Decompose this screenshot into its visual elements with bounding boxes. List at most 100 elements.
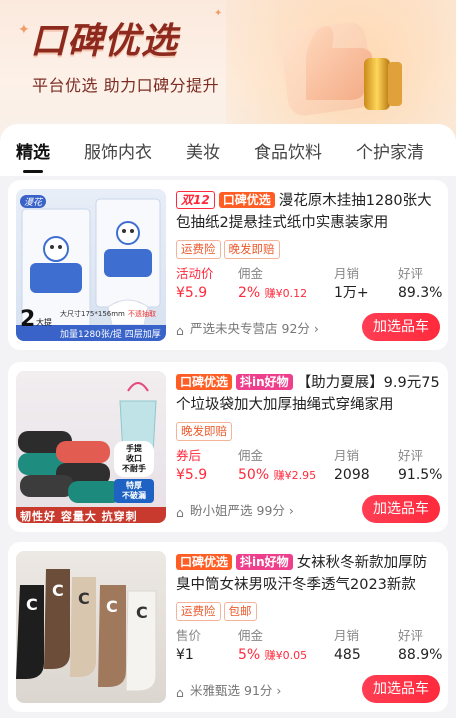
shipping-insurance-badge: 运费险 (176, 240, 221, 259)
store-link[interactable]: ⌂ 严选未央专营店 92分 › (176, 318, 319, 338)
chevron-right-icon: › (276, 683, 282, 698)
sock-logo: C (52, 581, 64, 600)
banner-subtitle: 平台优选 助力口碑分提升 (32, 76, 220, 95)
store-score: 99分 (256, 503, 285, 518)
rating-value: 91.5% (398, 467, 443, 483)
image-sticker: 手提 收口 不耐手 (114, 441, 154, 477)
late-delivery-badge: 晚发即赔 (176, 422, 232, 441)
product-info: 口碑优选 抖in好物 【助力夏展】9.9元75个垃圾袋加大加厚抽绳式穿绳家用 晚发即… (176, 372, 440, 441)
monthly-sales-label: 月销 (334, 266, 360, 281)
product-info: 双12 口碑优选 漫花原木挂抽1280张大包抽纸2提悬挂式纸巾实惠装家用 运费险 晚发… (176, 190, 440, 259)
image-count: 2 (20, 307, 36, 332)
store-row: ⌂ 米雅甄选 91分 › 加选品车 (176, 675, 440, 703)
banner-title: 口碑优选 (30, 21, 179, 62)
tab-personal-care[interactable]: 个护家清 (356, 138, 424, 163)
price-label: 售价 (176, 628, 202, 643)
rating-value: 89.3% (398, 285, 443, 301)
product-card[interactable]: 漫花 2 大提 大尺寸175*156mm 不遗抽取 加量1280张/提 四层加厚… (8, 180, 448, 350)
service-badges: 运费险 晚发即赔 (176, 238, 440, 259)
product-stats: 活动价 ¥5.9 佣金 2% 赚¥0.12 月销 1万+ 好评 89.3% (176, 265, 443, 305)
store-name: 盼小姐严选 (190, 503, 253, 518)
store-link[interactable]: ⌂ 米雅甄选 91分 › (176, 680, 281, 700)
price-value: ¥5.9 (176, 285, 208, 301)
add-to-selection-button[interactable]: 加选品车 (362, 313, 440, 341)
store-icon: ⌂ (176, 323, 184, 338)
product-image[interactable]: 漫花 2 大提 大尺寸175*156mm 不遗抽取 加量1280张/提 四层加厚 (16, 189, 166, 341)
koubei-tag: 口碑优选 (218, 192, 275, 208)
image-caption: 加量1280张/提 四层加厚 (60, 330, 161, 340)
chevron-right-icon: › (288, 503, 294, 518)
commission-rate: 50% (238, 467, 270, 483)
tab-beauty[interactable]: 美妆 (186, 138, 220, 163)
price-value: ¥5.9 (176, 467, 208, 483)
tab-food[interactable]: 食品饮料 (254, 138, 322, 163)
store-name: 严选未央专营店 (190, 321, 278, 336)
service-badges: 晚发即赔 (176, 420, 440, 441)
add-to-selection-button[interactable]: 加选品车 (362, 495, 440, 523)
tab-featured[interactable]: 精选 (16, 138, 50, 163)
commission-label: 佣金 (238, 448, 264, 463)
price-value: ¥1 (176, 647, 194, 663)
image-sticker: 特厚 不破漏 (114, 479, 154, 503)
product-image[interactable]: 手提 收口 不耐手 特厚 不破漏 韧性好 容量大 抗穿刺 (16, 371, 166, 523)
sock-logo: C (106, 597, 118, 616)
commission-amount: 赚¥0.12 (264, 287, 308, 300)
product-title-block[interactable]: 口碑优选 抖in好物 女袜秋冬新款加厚防臭中筒女袜男吸汗冬季透气2023新款 (176, 552, 440, 596)
free-shipping-badge: 包邮 (223, 602, 257, 621)
monthly-sales-label: 月销 (334, 448, 360, 463)
rating-value: 88.9% (398, 647, 443, 663)
commission-amount: 赚¥0.05 (264, 649, 308, 662)
commission-label: 佣金 (238, 266, 264, 281)
commission-label: 佣金 (238, 628, 264, 643)
chevron-right-icon: › (313, 321, 319, 336)
product-stats: 售价 ¥1 佣金 5% 赚¥0.05 月销 485 好评 88.9% (176, 627, 443, 667)
image-count-unit: 大提 (36, 318, 52, 327)
store-icon: ⌂ (176, 505, 184, 520)
double12-tag: 双12 (176, 191, 215, 209)
product-card[interactable]: C C C C C 口碑优选 抖in好物 女袜秋冬新款加厚防臭中筒女袜男吸汗冬季透气… (8, 542, 448, 712)
product-info: 口碑优选 抖in好物 女袜秋冬新款加厚防臭中筒女袜男吸汗冬季透气2023新款 运费险… (176, 552, 440, 621)
commission-rate: 5% (238, 647, 261, 663)
commission-rate: 2% (238, 285, 261, 301)
late-delivery-badge: 晚发即赔 (223, 240, 280, 259)
koubei-tag: 口碑优选 (176, 374, 233, 390)
image-size-note: 大尺寸175*156mm (60, 310, 125, 318)
category-tabs: 精选 服饰内衣 美妆 食品饮料 个护家清 (0, 124, 456, 176)
sock-logo: C (136, 603, 148, 622)
service-badges: 运费险 包邮 (176, 600, 440, 621)
rating-label: 好评 (398, 448, 424, 463)
price-label: 券后 (176, 448, 202, 463)
store-name: 米雅甄选 (190, 683, 241, 698)
monthly-sales-value: 2098 (334, 467, 370, 483)
thumbs-up-icon (280, 22, 402, 116)
product-stats: 券后 ¥5.9 佣金 50% 赚¥2.95 月销 2098 好评 91.5% (176, 447, 443, 487)
image-spec: 不遗抽取 (128, 310, 156, 318)
douyin-good-tag: 抖in好物 (236, 374, 293, 390)
sock-logo: C (78, 589, 90, 608)
rating-label: 好评 (398, 628, 424, 643)
store-link[interactable]: ⌂ 盼小姐严选 99分 › (176, 500, 294, 520)
brand-logo: 漫花 (20, 195, 47, 208)
sparkle-icon: ✦ (214, 8, 223, 19)
koubei-tag: 口碑优选 (176, 554, 233, 570)
tab-apparel[interactable]: 服饰内衣 (84, 138, 152, 163)
store-row: ⌂ 盼小姐严选 99分 › 加选品车 (176, 495, 440, 523)
product-image[interactable]: C C C C C (16, 551, 166, 703)
product-card[interactable]: 手提 收口 不耐手 特厚 不破漏 韧性好 容量大 抗穿刺 口碑优选 抖in好物 【助… (8, 362, 448, 532)
price-label: 活动价 (176, 266, 214, 281)
image-caption: 韧性好 容量大 抗穿刺 (20, 510, 138, 523)
douyin-good-tag: 抖in好物 (236, 554, 293, 570)
store-row: ⌂ 严选未央专营店 92分 › 加选品车 (176, 313, 440, 341)
monthly-sales-label: 月销 (334, 628, 360, 643)
shipping-insurance-badge: 运费险 (176, 602, 221, 621)
add-to-selection-button[interactable]: 加选品车 (362, 675, 440, 703)
monthly-sales-value: 1万+ (334, 285, 369, 301)
commission-amount: 赚¥2.95 (273, 469, 317, 482)
product-title-block[interactable]: 双12 口碑优选 漫花原木挂抽1280张大包抽纸2提悬挂式纸巾实惠装家用 (176, 190, 440, 234)
monthly-sales-value: 485 (334, 647, 361, 663)
rating-label: 好评 (398, 266, 424, 281)
product-title-block[interactable]: 口碑优选 抖in好物 【助力夏展】9.9元75个垃圾袋加大加厚抽绳式穿绳家用 (176, 372, 440, 416)
store-icon: ⌂ (176, 685, 184, 700)
sock-logo: C (26, 595, 38, 614)
socks-image (16, 569, 157, 692)
